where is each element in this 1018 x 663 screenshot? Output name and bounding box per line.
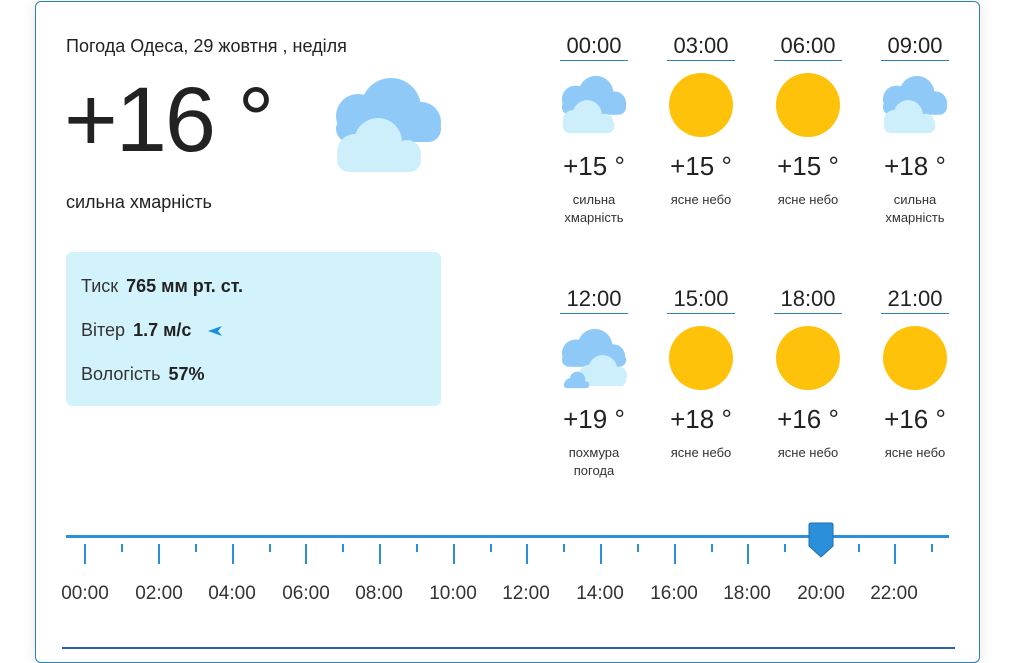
forecast-slot[interactable]: 12:00 +19 ° похмура погода — [560, 285, 628, 480]
forecast-description: ясне небо — [670, 445, 732, 460]
current-description: сильна хмарність — [66, 192, 212, 212]
forecast-description: ясне небо — [777, 192, 839, 207]
timeline-tick — [563, 544, 565, 552]
forecast-time: 09:00 — [887, 33, 943, 58]
humidity-row: Вологість 57% — [81, 364, 205, 385]
timeline-tick — [416, 544, 418, 552]
sun-icon — [883, 326, 947, 390]
forecast-time: 03:00 — [673, 33, 729, 58]
timeline-tick — [931, 544, 933, 552]
timeline-tick — [342, 544, 344, 552]
timeline-tick — [600, 544, 602, 564]
timeline-label[interactable]: 02:00 — [124, 583, 194, 605]
timeline-tick — [121, 544, 123, 552]
timeline-label[interactable]: 16:00 — [639, 583, 709, 605]
pressure-label: Тиск — [81, 276, 119, 296]
divider — [560, 313, 628, 314]
forecast-slot[interactable]: 21:00 +16 ° ясне небо — [881, 285, 949, 462]
divider — [667, 60, 735, 61]
humidity-label: Вологість — [81, 364, 161, 384]
timeline-label[interactable]: 12:00 — [491, 583, 561, 605]
timeline-tick — [305, 544, 307, 564]
cloudy-icon — [560, 73, 628, 137]
forecast-temperature: +18 ° — [670, 404, 732, 434]
pressure-row: Тиск 765 мм рт. ст. — [81, 276, 243, 297]
sun-icon — [776, 73, 840, 137]
forecast-time: 12:00 — [566, 286, 622, 311]
forecast-temperature: +16 ° — [884, 404, 946, 434]
forecast-slot[interactable]: 06:00 +15 ° ясне небо — [774, 32, 842, 209]
forecast-temperature: +15 ° — [563, 151, 625, 181]
timeline-tick — [858, 544, 860, 552]
forecast-temperature: +15 ° — [670, 151, 732, 181]
divider — [560, 60, 628, 61]
sun-icon — [776, 326, 840, 390]
timeline-label[interactable]: 08:00 — [344, 583, 414, 605]
timeline-label[interactable]: 22:00 — [859, 583, 929, 605]
timeline-label[interactable]: 14:00 — [565, 583, 635, 605]
timeline-slider-handle[interactable] — [808, 522, 834, 563]
timeline-tick — [894, 544, 896, 564]
divider — [774, 313, 842, 314]
forecast-description: ясне небо — [884, 445, 946, 460]
timeline-label[interactable]: 06:00 — [271, 583, 341, 605]
forecast-slot[interactable]: 00:00 +15 ° сильна хмарність — [560, 32, 628, 227]
page-title: Погода Одеса, 29 жовтня , неділя — [66, 36, 347, 56]
forecast-slot[interactable]: 09:00 +18 ° сильна хмарність — [881, 32, 949, 227]
timeline-tick — [526, 544, 528, 564]
sun-icon — [669, 73, 733, 137]
timeline-tick — [784, 544, 786, 552]
timeline-tick — [674, 544, 676, 564]
pressure-value: 765 мм рт. ст. — [126, 276, 244, 296]
wind-label: Вітер — [81, 320, 126, 340]
current-temperature: +16 ° — [64, 69, 274, 171]
wind-value: 1.7 м/с — [133, 320, 192, 340]
wind-row: Вітер 1.7 м/с — [81, 320, 223, 341]
forecast-time: 18:00 — [780, 286, 836, 311]
forecast-description: ясне небо — [670, 192, 732, 207]
timeline-label[interactable]: 10:00 — [418, 583, 488, 605]
forecast-time: 15:00 — [673, 286, 729, 311]
forecast-slot[interactable]: 18:00 +16 ° ясне небо — [774, 285, 842, 462]
timeline-tick — [158, 544, 160, 564]
timeline-label[interactable]: 04:00 — [197, 583, 267, 605]
timeline-tick — [637, 544, 639, 552]
timeline-label[interactable]: 20:00 — [786, 583, 856, 605]
timeline-tick — [232, 544, 234, 564]
timeline-tick — [711, 544, 713, 552]
overcast-icon — [560, 326, 628, 390]
timeline-tick — [195, 544, 197, 552]
cloudy-icon — [881, 73, 949, 137]
forecast-temperature: +19 ° — [563, 404, 625, 434]
forecast-time: 06:00 — [780, 33, 836, 58]
forecast-time: 00:00 — [566, 33, 622, 58]
forecast-description: ясне небо — [777, 445, 839, 460]
wind-direction-icon — [208, 323, 223, 339]
humidity-value: 57% — [168, 364, 205, 384]
details-panel: Тиск 765 мм рт. ст. Вітер 1.7 м/с Вологіст… — [66, 252, 441, 406]
forecast-description: сильна хмарність — [885, 192, 945, 225]
timeline-tick — [490, 544, 492, 552]
divider — [881, 60, 949, 61]
sun-icon — [669, 326, 733, 390]
cloudy-icon — [333, 76, 443, 181]
forecast-description: сильна хмарність — [564, 192, 624, 225]
divider — [667, 313, 735, 314]
timeline-tick — [453, 544, 455, 564]
forecast-temperature: +16 ° — [777, 404, 839, 434]
divider — [774, 60, 842, 61]
forecast-description: похмура погода — [568, 445, 620, 478]
forecast-temperature: +15 ° — [777, 151, 839, 181]
timeline-tick — [379, 544, 381, 564]
forecast-slot[interactable]: 03:00 +15 ° ясне небо — [667, 32, 735, 209]
timeline-label[interactable]: 00:00 — [50, 583, 120, 605]
timeline-tick — [84, 544, 86, 564]
timeline-tick — [747, 544, 749, 564]
forecast-temperature: +18 ° — [884, 151, 946, 181]
timeline-tick — [269, 544, 271, 552]
divider — [881, 313, 949, 314]
timeline-label[interactable]: 18:00 — [712, 583, 782, 605]
forecast-time: 21:00 — [887, 286, 943, 311]
forecast-slot[interactable]: 15:00 +18 ° ясне небо — [667, 285, 735, 462]
